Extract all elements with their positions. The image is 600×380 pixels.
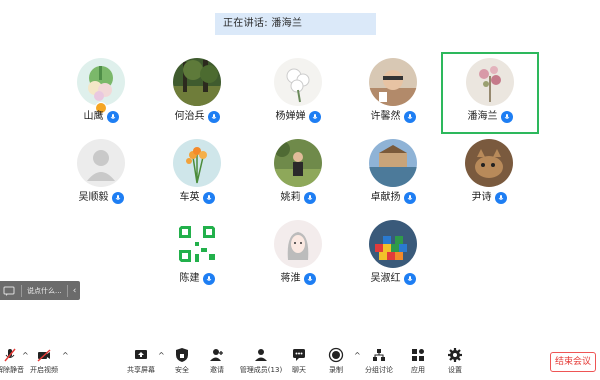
- divider: [66, 284, 68, 297]
- add-user-icon: [210, 349, 223, 361]
- invite-button[interactable]: 邀请: [199, 347, 235, 375]
- participant-name: 陈建: [179, 273, 200, 284]
- participant-tile[interactable]: 卓献扬: [345, 135, 441, 217]
- mic-icon: [202, 192, 215, 204]
- participant-avatar: [173, 58, 221, 106]
- settings-label: 设置: [448, 366, 462, 374]
- participant-avatar: [369, 58, 417, 106]
- participant-avatar: [369, 139, 417, 187]
- meeting-window: 正在讲话: 潘海兰 山鹰 何治兵 杨婵婵 许馨然 潘海兰 吴顺毅 车英 姚莉 卓…: [0, 0, 600, 380]
- participant-name: 何治兵: [174, 111, 205, 122]
- chat-input-pill[interactable]: 说点什么... ‹: [0, 281, 80, 300]
- meeting-toolbar: 解除静音 ^ 开启视频 ^ 共享屏幕 ^ 安全 邀请 管理成员(13) 聊天: [0, 343, 600, 380]
- mic-icon: [403, 273, 416, 285]
- share-screen-button[interactable]: 共享屏幕: [123, 347, 159, 375]
- people-icon: [255, 349, 267, 361]
- video-options-chevron-icon[interactable]: ^: [62, 351, 69, 360]
- participant-tile[interactable]: 吴顺毅: [53, 135, 149, 217]
- chat-icon: [293, 349, 305, 361]
- participant-tile[interactable]: 山鹰: [53, 54, 149, 136]
- mic-icon: [202, 273, 215, 285]
- collapse-icon[interactable]: ‹: [73, 286, 77, 296]
- chat-placeholder: 说点什么...: [27, 286, 62, 295]
- mic-icon: [494, 192, 507, 204]
- participant-avatar: [274, 139, 322, 187]
- participant-avatar: [369, 220, 417, 268]
- participant-tile-active-speaker[interactable]: 潘海兰: [441, 52, 539, 134]
- video-off-icon: [37, 349, 51, 362]
- mic-icon: [303, 273, 316, 285]
- mic-muted-icon: [4, 348, 16, 362]
- breakout-rooms-button[interactable]: 分组讨论: [361, 347, 397, 375]
- participant-name: 潘海兰: [467, 111, 498, 122]
- mic-icon: [207, 111, 220, 123]
- participant-tile[interactable]: 吴淑红: [345, 216, 441, 298]
- divider: [21, 284, 22, 297]
- shield-icon: [176, 348, 188, 362]
- participant-avatar: [173, 220, 221, 268]
- participants-label: 管理成员(13): [239, 366, 283, 374]
- chat-label: 聊天: [292, 366, 306, 374]
- security-label: 安全: [175, 366, 189, 374]
- gear-icon: [448, 348, 462, 362]
- mic-icon: [303, 192, 316, 204]
- participant-tile[interactable]: 姚莉: [250, 135, 346, 217]
- apps-grid-icon: [412, 349, 424, 361]
- mic-icon: [403, 111, 416, 123]
- participant-name: 山鹰: [83, 111, 104, 122]
- participant-tile[interactable]: 尹诗: [441, 135, 537, 217]
- video-button[interactable]: 开启视频: [26, 347, 62, 375]
- participant-name: 吴顺毅: [78, 192, 109, 203]
- speaking-indicator: 正在讲话: 潘海兰: [215, 13, 376, 35]
- share-screen-icon: [135, 350, 147, 359]
- record-options-chevron-icon[interactable]: ^: [354, 351, 361, 360]
- participant-name: 许馨然: [370, 111, 401, 122]
- participant-avatar: [173, 139, 221, 187]
- participant-name: 车英: [179, 192, 200, 203]
- mic-icon: [403, 192, 416, 204]
- participant-avatar: [77, 139, 125, 187]
- participant-avatar: [274, 58, 322, 106]
- participant-tile[interactable]: 蒋淮: [250, 216, 346, 298]
- settings-button[interactable]: 设置: [437, 347, 473, 375]
- record-button[interactable]: 录制: [318, 347, 354, 375]
- participant-avatar: [465, 139, 513, 187]
- invite-label: 邀请: [210, 366, 224, 374]
- participant-name: 蒋淮: [280, 273, 301, 284]
- participant-name: 杨婵婵: [275, 111, 306, 122]
- mic-icon: [106, 111, 119, 123]
- participant-name: 吴淑红: [370, 273, 401, 284]
- apps-button[interactable]: 应用: [400, 347, 436, 375]
- mic-icon: [111, 192, 124, 204]
- end-meeting-button[interactable]: 结束会议: [550, 352, 596, 372]
- share-label: 共享屏幕: [127, 366, 155, 374]
- security-button[interactable]: 安全: [164, 347, 200, 375]
- participant-tile[interactable]: 许馨然: [345, 54, 441, 136]
- participant-avatar: [274, 220, 322, 268]
- participant-tile[interactable]: 车英: [149, 135, 245, 217]
- breakout-rooms-icon: [373, 349, 385, 361]
- participant-name: 尹诗: [471, 192, 492, 203]
- mic-icon: [500, 111, 513, 123]
- participant-tile[interactable]: 陈建: [149, 216, 245, 298]
- participant-name: 卓献扬: [370, 192, 401, 203]
- participant-avatar: [77, 58, 125, 106]
- apps-label: 应用: [411, 366, 425, 374]
- mute-label: 解除静音: [0, 366, 24, 374]
- chat-bubble-icon: [3, 286, 15, 296]
- mic-icon: [308, 111, 321, 123]
- participant-tile[interactable]: 杨婵婵: [250, 54, 346, 136]
- record-label: 录制: [329, 366, 343, 374]
- participants-button[interactable]: 管理成员(13): [239, 347, 283, 375]
- record-icon: [328, 347, 344, 363]
- chat-button[interactable]: 聊天: [281, 347, 317, 375]
- participant-name: 姚莉: [280, 192, 301, 203]
- video-label: 开启视频: [30, 366, 58, 374]
- participant-tile[interactable]: 何治兵: [149, 54, 245, 136]
- breakout-label: 分组讨论: [365, 366, 393, 374]
- participant-avatar: [466, 58, 514, 106]
